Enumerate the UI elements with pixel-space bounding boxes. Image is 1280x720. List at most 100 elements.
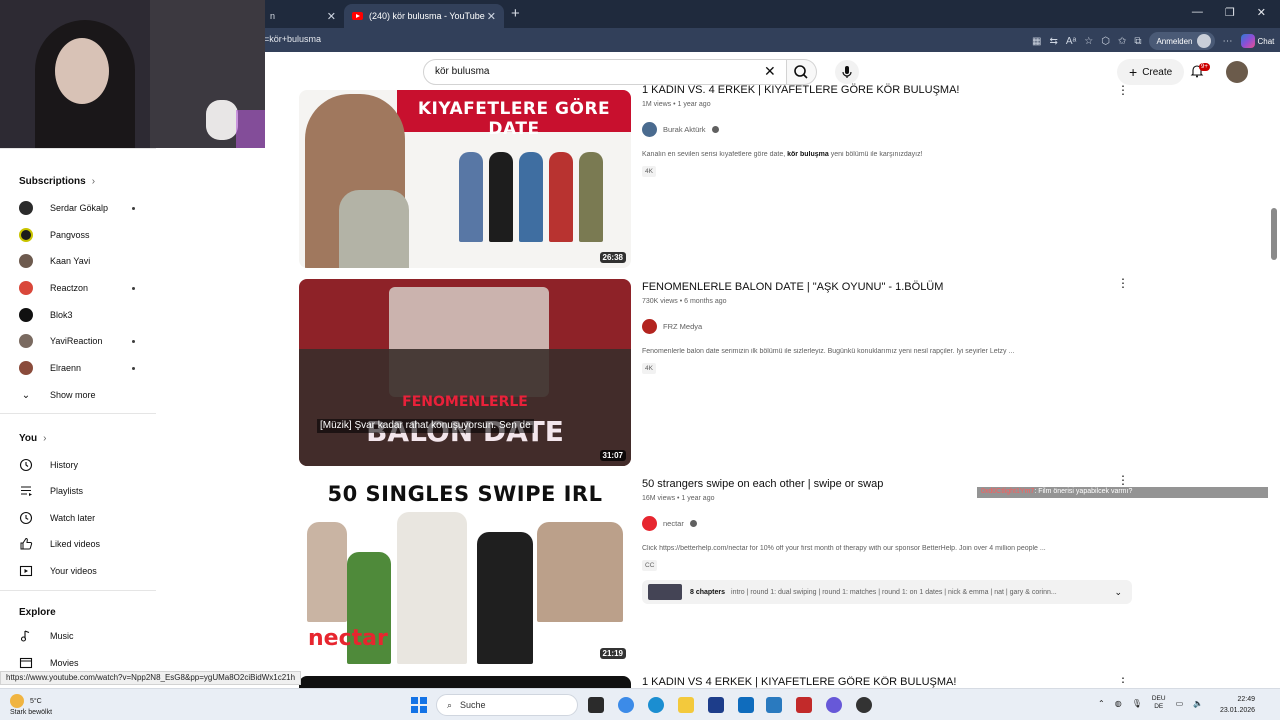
browser-tab[interactable]: n ✕: [262, 4, 344, 28]
video-result[interactable]: KIYAFETLERE GÖRE DATE 26:38 1 KADIN VS. …: [299, 84, 1139, 270]
clear-search-icon[interactable]: ✕: [764, 63, 776, 80]
video-title[interactable]: FENOMENLERLE BALON DATE | "AŞK OYUNU" - …: [642, 281, 1122, 293]
video-thumbnail[interactable]: 50 SINGLES SWIPE IRL nectar 21:19: [299, 478, 631, 664]
video-thumbnail[interactable]: [299, 676, 631, 688]
sidebar-item-reactzon[interactable]: Reactzon: [19, 278, 154, 298]
file-explorer-icon[interactable]: [678, 697, 694, 713]
display-icon[interactable]: ▭: [1176, 699, 1184, 708]
channel-link[interactable]: FRZ Medya: [642, 319, 1122, 334]
thumbnail-figure: [579, 152, 603, 242]
browser-tab-active[interactable]: (240) kör bulusma - YouTube ✕: [344, 4, 504, 28]
collections-icon[interactable]: ⧉: [1134, 36, 1141, 47]
microphone-icon[interactable]: 🎙: [1132, 699, 1142, 708]
scrollbar-thumb[interactable]: [1271, 208, 1277, 260]
extensions-icon[interactable]: ⬡: [1101, 36, 1110, 47]
sidebar-item-kaan-yavi[interactable]: Kaan Yavi: [19, 251, 154, 271]
maximize-icon[interactable]: ❐: [1225, 6, 1235, 19]
video-thumbnail[interactable]: KIYAFETLERE GÖRE DATE 26:38: [299, 90, 631, 268]
video-title[interactable]: 1 KADIN VS 4 ERKEK | KIYAFETLERE GÖRE KÖ…: [642, 676, 1122, 688]
discord-icon[interactable]: [826, 697, 842, 713]
sidebar-item-your-videos[interactable]: Your videos: [19, 561, 154, 581]
more-icon[interactable]: ⋯: [1223, 36, 1233, 47]
volume-icon[interactable]: 🔈: [1193, 699, 1203, 708]
sidebar-item-playlists[interactable]: Playlists: [19, 481, 154, 501]
more-options-icon[interactable]: ⋮: [1117, 676, 1129, 684]
verified-icon: [689, 520, 697, 527]
chevron-down-icon: ⌄: [21, 389, 31, 401]
sidebar-item-pangvoss[interactable]: Pangvoss: [19, 225, 154, 245]
sidebar-item-movies[interactable]: Movies: [19, 653, 154, 673]
close-window-icon[interactable]: ✕: [1257, 6, 1266, 19]
read-aloud-icon[interactable]: Aᵃ: [1066, 36, 1076, 47]
search-input[interactable]: [435, 66, 745, 77]
url-text[interactable]: =kör+bulusma: [264, 34, 321, 44]
favorites-icon[interactable]: ✩: [1118, 36, 1126, 47]
new-tab-icon[interactable]: +: [511, 5, 520, 22]
video-result[interactable]: 50 SINGLES SWIPE IRL nectar 21:19 50 str…: [299, 474, 1139, 666]
channel-link[interactable]: nectar: [642, 516, 1122, 531]
chapters-bar[interactable]: 8 chapters intro | round 1: dual swiping…: [642, 580, 1132, 604]
search-button[interactable]: [787, 59, 817, 85]
video-result[interactable]: 1 KADIN VS 4 ERKEK | KIYAFETLERE GÖRE KÖ…: [299, 676, 1139, 688]
you-header[interactable]: You ›: [19, 433, 47, 444]
more-options-icon[interactable]: ⋮: [1117, 474, 1129, 486]
sidebar-item-serdar-gokalp[interactable]: Serdar Gökalp: [19, 198, 154, 218]
minimize-icon[interactable]: —: [1192, 6, 1203, 19]
channel-avatar: [19, 201, 33, 215]
windows-taskbar: 5°C Stark bewölkt ⌕ Suche ⌃ ◍ 🎙 DEU DE ▭…: [0, 688, 1280, 720]
video-duration: 26:38: [599, 252, 626, 263]
voice-search-button[interactable]: [835, 60, 859, 84]
copilot-chat-button[interactable]: Chat: [1240, 34, 1274, 48]
copilot-taskbar-icon[interactable]: [618, 697, 634, 713]
sidebar-item-watch-later[interactable]: Watch later: [19, 508, 154, 528]
sidebar-item-music[interactable]: Music: [19, 626, 154, 646]
description-highlight: kör buluşma: [787, 151, 829, 158]
more-options-icon[interactable]: ⋮: [1117, 277, 1129, 289]
chevron-down-icon[interactable]: ⌄: [1114, 587, 1122, 598]
sign-in-button[interactable]: Anmelden: [1149, 32, 1215, 50]
channel-link[interactable]: Burak Aktürk: [642, 122, 1122, 137]
subscriptions-header[interactable]: Subscriptions ›: [19, 176, 95, 187]
edge-icon[interactable]: [648, 697, 664, 713]
video-meta: 1 KADIN VS. 4 ERKEK | KIYAFETLERE GÖRE K…: [642, 84, 1122, 178]
user-avatar[interactable]: [1226, 61, 1248, 83]
sidebar-item-elraenn[interactable]: Elraenn: [19, 358, 154, 378]
sidebar-item-yavireaction[interactable]: YaviReaction: [19, 331, 154, 351]
sidebar-item-liked-videos[interactable]: Liked videos: [19, 534, 154, 554]
sidebar-item-history[interactable]: History: [19, 455, 154, 475]
webcam-neon-light: [236, 110, 265, 148]
more-options-icon[interactable]: ⋮: [1117, 84, 1129, 96]
translate-icon[interactable]: ⇆: [1049, 36, 1057, 47]
video-description: Click https://betterhelp.com/nectar for …: [642, 545, 1046, 552]
taskbar-clock[interactable]: 22:49 23.01.2026: [1220, 694, 1255, 716]
obs-icon[interactable]: [856, 697, 872, 713]
video-meta: 1 KADIN VS 4 ERKEK | KIYAFETLERE GÖRE KÖ…: [642, 676, 1122, 688]
search-icon: [794, 65, 808, 79]
search-box[interactable]: [423, 59, 787, 85]
notification-badge: 9+: [1199, 63, 1210, 71]
outlook-icon[interactable]: [738, 697, 754, 713]
taskbar-search[interactable]: ⌕ Suche: [436, 694, 578, 716]
photos-icon[interactable]: [766, 697, 782, 713]
close-icon[interactable]: ✕: [327, 10, 336, 23]
thumbnail-figure: [549, 152, 573, 242]
network-icon[interactable]: ◍: [1115, 699, 1122, 708]
show-more-button[interactable]: ⌄ Show more: [19, 385, 154, 405]
language-indicator[interactable]: DEU DE: [1152, 695, 1166, 711]
video-thumbnail[interactable]: FENOMENLERLE BALON DATE [Müzik] Şvar kad…: [299, 279, 631, 466]
close-icon[interactable]: ✕: [487, 10, 496, 23]
video-result[interactable]: FENOMENLERLE BALON DATE [Müzik] Şvar kad…: [299, 277, 1139, 467]
store-icon[interactable]: [708, 697, 724, 713]
windows-start-icon[interactable]: [411, 697, 427, 713]
app-icon[interactable]: [796, 697, 812, 713]
scrollbar-track[interactable]: [1268, 52, 1280, 688]
create-button[interactable]: + Create: [1117, 59, 1185, 85]
channel-name: FRZ Medya: [663, 322, 703, 331]
chevron-up-icon[interactable]: ⌃: [1098, 699, 1105, 708]
apps-icon[interactable]: ▦: [1032, 36, 1041, 47]
task-view-icon[interactable]: [588, 697, 604, 713]
sidebar-item-blok3[interactable]: Blok3: [19, 305, 154, 325]
weather-widget[interactable]: 5°C Stark bewölkt: [10, 694, 52, 718]
favorite-star-icon[interactable]: ☆: [1084, 36, 1093, 47]
video-title[interactable]: 1 KADIN VS. 4 ERKEK | KIYAFETLERE GÖRE K…: [642, 84, 1122, 96]
